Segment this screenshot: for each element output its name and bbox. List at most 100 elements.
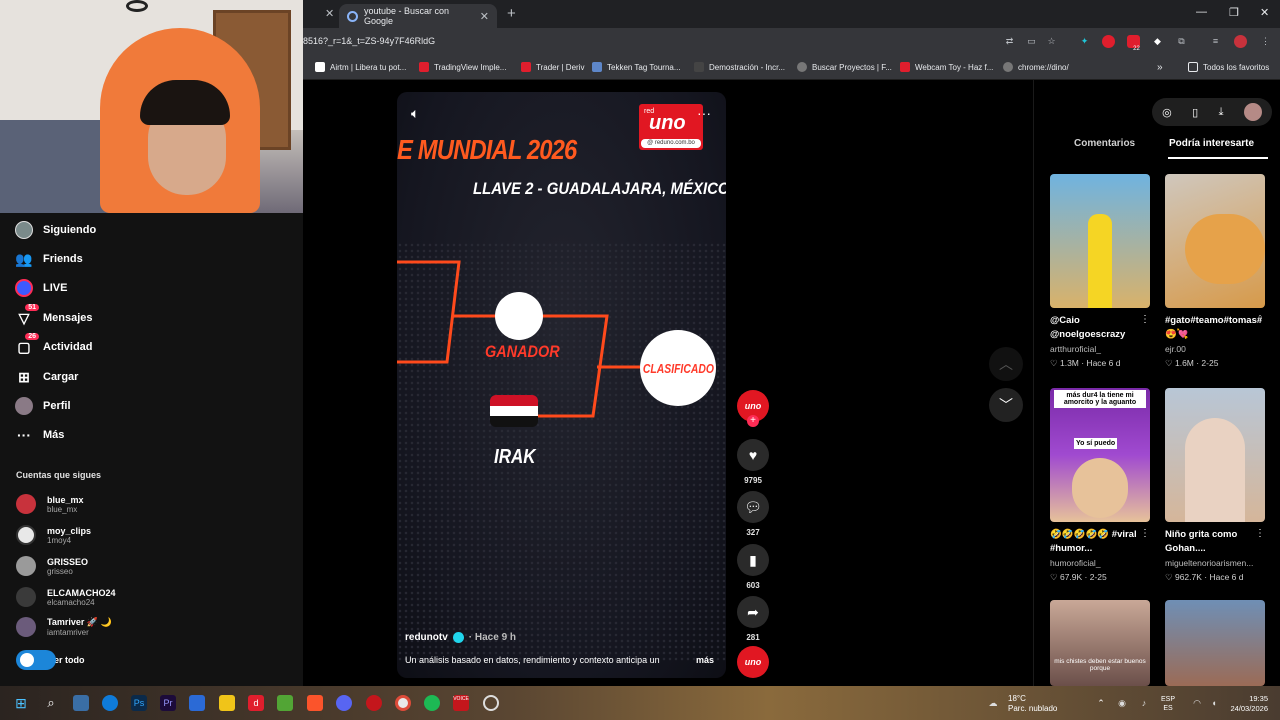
next-video-button[interactable]: ﹀	[989, 388, 1023, 422]
minecraft-icon[interactable]	[277, 695, 293, 711]
extension-icon[interactable]: ◆	[1151, 35, 1164, 48]
recommended-card[interactable]: más dur4 la tiene mi amorcito y la aguan…	[1050, 388, 1150, 583]
more-options-icon[interactable]: ···	[697, 105, 711, 121]
store-icon[interactable]	[189, 695, 205, 711]
volume-icon[interactable]: ♪	[1136, 695, 1152, 711]
more-options-icon[interactable]: ⋮	[1255, 314, 1265, 325]
discord-icon[interactable]	[336, 695, 352, 711]
menu-kebab-icon[interactable]: ⋮	[1259, 35, 1272, 48]
see-all-label: er todo	[54, 655, 85, 665]
extension-icon[interactable]: ✦	[1078, 35, 1091, 48]
extension-icon[interactable]	[1102, 35, 1115, 48]
more-options-icon[interactable]: ⋮	[1140, 528, 1150, 539]
bookmark-item[interactable]: Airtm | Libera tu pot...	[315, 62, 406, 72]
comment-button[interactable]: 💬︎ 327	[737, 491, 769, 537]
following-account[interactable]: blue_mx blue_mx	[16, 494, 84, 514]
close-icon[interactable]: ✕	[480, 10, 489, 23]
follow-plus-icon[interactable]: +	[747, 415, 759, 427]
see-all-link[interactable]: er todo	[16, 650, 85, 670]
chevron-right-icon[interactable]: »	[1157, 62, 1163, 73]
avatar[interactable]	[1243, 103, 1262, 121]
url-bar[interactable]: 8516?_r=1&_t=ZS-94y7F46RldG	[303, 36, 435, 46]
more-button[interactable]: más	[696, 655, 714, 665]
more-options-icon[interactable]: ⋮	[1255, 528, 1265, 539]
sidebar-item-upload[interactable]: ⊞ Cargar	[14, 367, 78, 387]
compass-icon[interactable]: ◎	[1162, 106, 1172, 119]
system-clock[interactable]: 19:35 24/03/2026	[1226, 694, 1268, 714]
video-player[interactable]: E MUNDIAL 2026 LLAVE 2 - GUADALAJARA, MÉ…	[397, 92, 726, 678]
cast-icon[interactable]: ▭	[1025, 35, 1038, 48]
close-window-icon[interactable]: ✕	[1260, 6, 1269, 19]
language-indicator[interactable]: ESP ES	[1161, 695, 1175, 713]
bookmark-item[interactable]: Webcam Toy - Haz f...	[900, 62, 993, 72]
voicemeeter-icon[interactable]: VOICE	[453, 695, 469, 711]
tab-comments[interactable]: Comentarios	[1074, 138, 1135, 149]
more-options-icon[interactable]: ⋮	[1140, 314, 1150, 325]
share-button[interactable]: ➦ 281	[737, 596, 769, 642]
volume-icon[interactable]: 🔈︎	[411, 105, 419, 122]
tab-recommended[interactable]: Podría interesarte	[1169, 138, 1254, 149]
sidebar-item-following[interactable]: Siguiendo	[14, 220, 96, 240]
bookmark-item[interactable]: Demostración - Incr...	[694, 62, 785, 72]
recommended-card[interactable]: @Caio @noelgoescrazy artthuroficial_ ♡ 1…	[1050, 174, 1150, 369]
previous-video-button[interactable]: ︿	[989, 347, 1023, 381]
recommended-card[interactable]	[1165, 600, 1265, 686]
sidebar-item-activity[interactable]: ▢ 26 Actividad	[14, 333, 93, 357]
account-name: GRISSEO	[47, 556, 89, 567]
bookmark-item[interactable]: Buscar Proyectos | F...	[797, 62, 892, 72]
minimize-icon[interactable]: —	[1196, 6, 1207, 18]
obs-icon[interactable]	[483, 695, 499, 711]
sound-button[interactable]: uno	[737, 646, 769, 678]
recommended-card[interactable]: #gato#teamo#tomas#😍💘 ejr.00 ♡ 1.6M · 2-2…	[1165, 174, 1265, 369]
bookmark-star-icon[interactable]: ☆	[1045, 35, 1058, 48]
all-bookmarks[interactable]: Todos los favoritos	[1188, 62, 1269, 72]
save-button[interactable]: ▮ 603	[737, 544, 769, 590]
sidebar-item-profile[interactable]: Perfil	[14, 396, 71, 416]
phone-icon[interactable]: ▯	[1192, 106, 1198, 119]
sidebar-item-messages[interactable]: ▽ 51 Mensajes	[14, 304, 93, 328]
bookmark-item[interactable]: Tekken Tag Tourna...	[592, 62, 681, 72]
video-author[interactable]: redunotv · Hace 9 h	[405, 632, 516, 643]
folder-icon[interactable]	[219, 695, 235, 711]
extension-icon[interactable]: 22	[1127, 35, 1140, 52]
edge-icon[interactable]	[102, 695, 118, 711]
search-icon[interactable]: ⌕	[43, 695, 59, 711]
premiere-icon[interactable]: Pr	[160, 695, 176, 711]
spotify-icon[interactable]	[424, 695, 440, 711]
speaker-icon[interactable]: ◖	[1206, 695, 1222, 711]
windows-start-icon[interactable]: ⊞	[13, 695, 29, 711]
opera-icon[interactable]	[366, 695, 382, 711]
following-account[interactable]: ELCAMACHO24 elcamacho24	[16, 587, 116, 607]
following-account[interactable]: Tamriver 🚀 🌙 iamtamriver	[16, 617, 112, 637]
chrome-icon[interactable]	[395, 695, 411, 711]
download-icon[interactable]: ⤓	[1219, 106, 1224, 119]
extensions-puzzle-icon[interactable]: ⧉	[1175, 35, 1188, 48]
restore-icon[interactable]: ❐	[1229, 6, 1239, 19]
media-icon[interactable]: ≡	[1209, 35, 1222, 48]
wifi-icon[interactable]: ◠	[1189, 695, 1205, 711]
like-button[interactable]: ♥ 9795	[737, 439, 769, 485]
profile-avatar-icon[interactable]	[1234, 35, 1247, 48]
translate-icon[interactable]: ⇄	[1003, 35, 1016, 48]
browser-tab[interactable]: youtube - Buscar con Google ✕	[339, 4, 497, 28]
sidebar-item-more[interactable]: ··· Más	[14, 425, 64, 445]
bookmark-item[interactable]: Trader | Deriv	[521, 62, 584, 72]
following-account[interactable]: GRISSEO grisseo	[16, 556, 88, 576]
deriv-icon[interactable]: d	[248, 695, 264, 711]
copilot-icon[interactable]	[73, 695, 89, 711]
chevron-up-icon[interactable]: ⌃	[1093, 695, 1109, 711]
bookmark-item[interactable]: TradingView Imple...	[419, 62, 506, 72]
photoshop-icon[interactable]: Ps	[131, 695, 147, 711]
weather-widget[interactable]: 18°C Parc. nublado	[1008, 694, 1057, 714]
recommended-card[interactable]: mis chistes deben estar buenos porque	[1050, 600, 1150, 686]
brave-icon[interactable]	[307, 695, 323, 711]
sidebar-item-friends[interactable]: 👥 Friends	[14, 249, 82, 269]
creator-avatar-button[interactable]: uno +	[737, 390, 769, 427]
sidebar-item-live[interactable]: LIVE	[14, 278, 67, 298]
bookmark-item[interactable]: chrome://dino/	[1003, 62, 1069, 72]
network-icon[interactable]: ◉	[1114, 695, 1130, 711]
close-icon[interactable]: ✕	[325, 7, 334, 20]
following-account[interactable]: moy_clips 1moy4	[16, 525, 91, 545]
new-tab-icon[interactable]: +	[507, 5, 516, 22]
recommended-card[interactable]: Niño grita como Gohan.... migueltenorioa…	[1165, 388, 1265, 583]
